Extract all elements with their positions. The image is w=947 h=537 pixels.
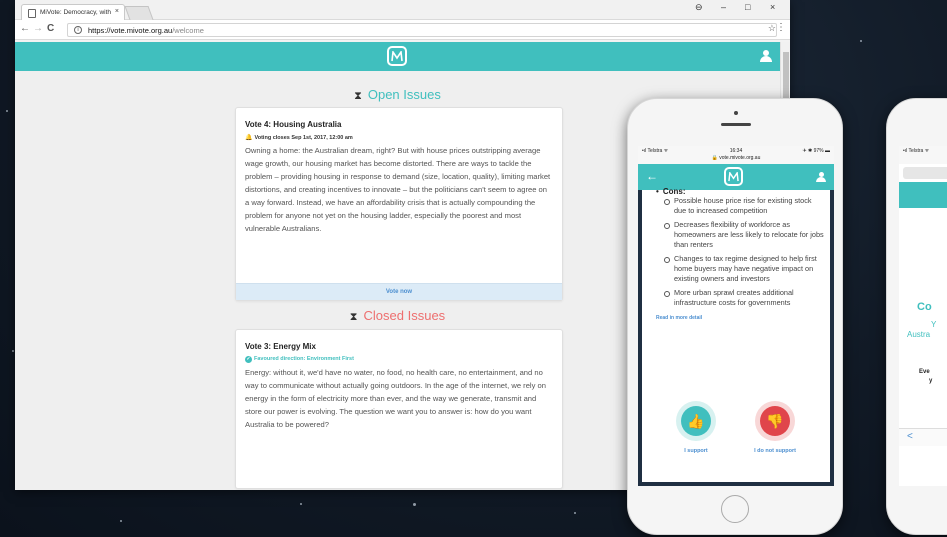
address-bar: ← → C i https://vote.mivote.org.au/welco… xyxy=(15,20,790,40)
maximize-button[interactable]: □ xyxy=(745,2,750,12)
clock: 16:34 xyxy=(729,148,743,154)
mobile-url[interactable]: 🔒 vote.mivote.org.au xyxy=(638,155,834,162)
speaker xyxy=(721,123,751,126)
mivote-logo-icon[interactable] xyxy=(387,46,407,66)
carrier: •ıl Telstra ᯤ xyxy=(642,148,669,154)
issue-description: Energy: without it, we'd have no water, … xyxy=(245,368,546,429)
forward-icon[interactable]: → xyxy=(33,23,43,35)
text-fragment: Eve xyxy=(919,369,930,375)
back-icon[interactable]: ← xyxy=(20,23,30,35)
status-bar: •ıl Telstra ᯤ 16:34 ✈ ✱ 97% ▬ 🔒 vote.miv… xyxy=(638,146,834,164)
page-icon xyxy=(28,9,36,18)
list-item: More urban sprawl creates additional inf… xyxy=(664,288,824,308)
profile-icon[interactable]: ⊖ xyxy=(695,2,703,13)
star xyxy=(12,350,14,352)
tab-title: MiVote: Democracy, with xyxy=(40,9,112,16)
mobile-bottom-bar: < xyxy=(899,428,947,446)
star xyxy=(860,40,862,42)
thumbs-down-icon: 👎 xyxy=(760,406,790,436)
new-tab-button[interactable] xyxy=(124,6,154,20)
support-label[interactable]: I support xyxy=(666,448,726,454)
do-not-support-label[interactable]: I do not support xyxy=(745,448,805,454)
menu-icon[interactable]: ⋮ xyxy=(776,22,786,33)
phone-screen: •ıl Telstra ᯤ Co Y Austra Eve y < xyxy=(899,146,947,486)
close-tab-icon[interactable]: × xyxy=(115,8,119,15)
issue-card: Vote 4: Housing Australia 🔔 Voting closes… xyxy=(235,107,563,301)
star xyxy=(120,520,122,522)
read-more-link[interactable]: Read in more detail xyxy=(642,312,830,321)
home-button xyxy=(721,495,749,523)
star xyxy=(300,503,302,505)
title-bar: MiVote: Democracy, with × ⊖ – □ × xyxy=(15,0,790,20)
list-item: Possible house price rise for existing s… xyxy=(664,196,824,216)
app-header xyxy=(15,42,780,71)
thumbs-up-icon: 👍 xyxy=(681,406,711,436)
bookmark-star-icon[interactable]: ☆ xyxy=(768,23,776,34)
issue-title: Vote 4: Housing Australia xyxy=(245,120,342,129)
star xyxy=(6,110,8,112)
carrier: •ıl Telstra ᯤ xyxy=(903,148,930,154)
phone-mockup: •ıl Telstra ᯤ 16:34 ✈ ✱ 97% ▬ 🔒 vote.miv… xyxy=(627,98,843,535)
list-item: Changes to tax regime designed to help f… xyxy=(664,254,824,284)
url-host: https://vote.mivote.org.au xyxy=(88,26,173,35)
user-icon[interactable] xyxy=(816,172,826,182)
url-input[interactable]: i https://vote.mivote.org.au/welcome xyxy=(67,23,777,37)
back-chevron-icon[interactable]: < xyxy=(907,431,913,442)
heading-fragment: Co xyxy=(917,301,932,313)
back-arrow-icon[interactable]: ← xyxy=(646,169,658,183)
info-icon[interactable]: i xyxy=(74,26,82,34)
minimize-button[interactable]: – xyxy=(721,2,726,12)
do-not-support-button[interactable]: 👎 xyxy=(755,401,795,441)
support-button[interactable]: 👍 xyxy=(676,401,716,441)
star xyxy=(574,512,576,514)
reload-icon[interactable]: C xyxy=(47,23,54,35)
mobile-content: Cons: Possible house price rise for exis… xyxy=(638,187,834,486)
cons-list: Possible house price rise for existing s… xyxy=(642,196,830,308)
vote-now-button[interactable]: Vote now xyxy=(236,283,562,300)
status-bar: •ıl Telstra ᯤ xyxy=(899,146,947,164)
user-icon[interactable] xyxy=(760,50,772,62)
issue-title: Vote 3: Energy Mix xyxy=(245,342,316,351)
mobile-url-bar[interactable] xyxy=(903,167,947,179)
mobile-app-header xyxy=(899,182,947,208)
voting-deadline: 🔔 Voting closes Sep 1st, 2017, 12:00 am xyxy=(236,129,562,141)
text-fragment: y xyxy=(929,378,933,384)
closed-issues-title: Closed Issues xyxy=(363,308,446,323)
deadline-text: Voting closes Sep 1st, 2017, 12:00 am xyxy=(254,135,353,141)
list-item: Decreases flexibility of workforce as ho… xyxy=(664,220,824,250)
issue-card: Vote 3: Energy Mix ✓ Favoured direction: … xyxy=(235,329,563,489)
text-fragment: Y xyxy=(931,320,937,329)
favoured-direction: ✓ Favoured direction: Environment First xyxy=(236,351,562,363)
issue-description: Owning a home: the Australian dream, rig… xyxy=(245,146,551,233)
hourglass-icon: ⧗ xyxy=(354,90,362,102)
bell-icon: 🔔 xyxy=(245,135,253,141)
browser-tab[interactable]: MiVote: Democracy, with × xyxy=(21,4,125,20)
check-circle-icon: ✓ xyxy=(245,356,252,363)
star xyxy=(413,503,416,506)
favoured-direction-text: Favoured direction: Environment First xyxy=(254,356,354,362)
mivote-logo-icon[interactable] xyxy=(724,167,743,186)
phone-mockup: •ıl Telstra ᯤ Co Y Austra Eve y < xyxy=(886,98,947,535)
camera xyxy=(734,111,738,115)
url-path: /welcome xyxy=(172,26,204,35)
text-fragment: Austra xyxy=(907,330,931,339)
close-window-button[interactable]: × xyxy=(770,2,775,12)
phone-screen: •ıl Telstra ᯤ 16:34 ✈ ✱ 97% ▬ 🔒 vote.miv… xyxy=(638,146,834,486)
cons-heading: Cons: xyxy=(642,187,830,196)
battery: ✈ ✱ 97% ▬ xyxy=(802,148,830,154)
open-issues-title: Open Issues xyxy=(367,87,441,102)
hourglass-icon: ⧗ xyxy=(349,311,358,323)
